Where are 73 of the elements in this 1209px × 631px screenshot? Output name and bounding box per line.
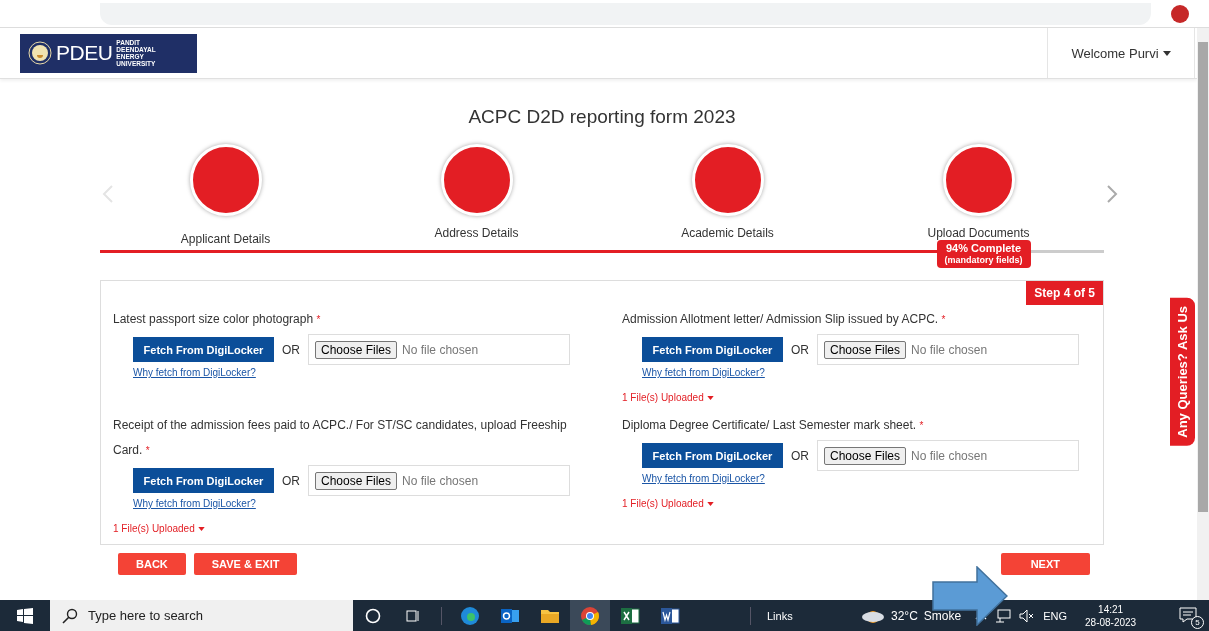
file-input[interactable]: Choose Files No file chosen bbox=[308, 334, 570, 365]
notification-icon[interactable] bbox=[1179, 606, 1197, 623]
or-text: OR bbox=[791, 342, 809, 357]
caret-icon bbox=[706, 395, 714, 400]
choose-files-button[interactable]: Choose Files bbox=[824, 340, 907, 359]
queries-tab[interactable]: Any Queries? Ask Us bbox=[1170, 298, 1195, 446]
search-icon bbox=[62, 607, 78, 624]
or-text: OR bbox=[282, 473, 300, 488]
fetch-from-digilocker-button[interactable]: Fetch From DigiLocker bbox=[642, 337, 783, 362]
help-link[interactable]: Why fetch from DigiLocker? bbox=[133, 498, 256, 509]
temperature-text[interactable]: 32°C bbox=[891, 608, 918, 623]
browser-swirl-icon[interactable] bbox=[460, 605, 480, 626]
document-label: Latest passport size color photograph * bbox=[113, 311, 322, 328]
document-label: Diploma Degree Certificate/ Last Semester mark sheet. * bbox=[622, 417, 925, 434]
help-link[interactable]: Why fetch from DigiLocker? bbox=[642, 473, 765, 484]
document-label: Admission Allotment letter/ Admission Slip issued by ACPC. * bbox=[622, 311, 947, 328]
seal-icon bbox=[28, 41, 52, 65]
fetch-from-digilocker-button[interactable]: Fetch From DigiLocker bbox=[133, 468, 274, 493]
cortana-circle-icon[interactable] bbox=[365, 607, 381, 624]
file-status: No file chosen bbox=[402, 473, 479, 488]
fetch-from-digilocker-button[interactable]: Fetch From DigiLocker bbox=[133, 337, 274, 362]
language-indicator[interactable]: ENG bbox=[1043, 609, 1067, 622]
progress-badge: 94% Complete (mandatory fields) bbox=[936, 240, 1031, 268]
help-link[interactable]: Why fetch from DigiLocker? bbox=[133, 367, 256, 378]
step-label: Academic Details bbox=[681, 226, 774, 240]
logo-name: PDEU bbox=[56, 41, 113, 65]
windows-start-icon[interactable] bbox=[17, 607, 33, 624]
file-status: No file chosen bbox=[911, 448, 988, 463]
file-input[interactable]: Choose Files No file chosen bbox=[308, 465, 570, 496]
chrome-browser-icon[interactable] bbox=[580, 605, 600, 626]
save-exit-button[interactable]: SAVE & EXIT bbox=[193, 553, 298, 575]
step-item[interactable]: Applicant Details bbox=[100, 144, 351, 246]
network-icon[interactable] bbox=[995, 608, 1012, 623]
notification-count: 5 bbox=[1191, 615, 1204, 629]
step-item[interactable]: Upload Documents bbox=[853, 144, 1104, 240]
file-input[interactable]: Choose Files No file chosen bbox=[817, 440, 1079, 471]
or-text: OR bbox=[791, 448, 809, 463]
document-app-icon[interactable] bbox=[660, 605, 680, 626]
scrollbar-thumb[interactable] bbox=[1198, 42, 1208, 512]
next-button[interactable]: NEXT bbox=[1000, 553, 1090, 575]
file-status: No file chosen bbox=[911, 342, 988, 357]
step-item[interactable]: Academic Details bbox=[602, 144, 853, 240]
spreadsheet-app-icon[interactable] bbox=[620, 605, 640, 626]
step-badge: Step 4 of 5 bbox=[1026, 281, 1103, 305]
or-text: OR bbox=[282, 342, 300, 357]
choose-files-button[interactable]: Choose Files bbox=[315, 471, 398, 490]
caret-icon bbox=[1162, 50, 1171, 56]
uploaded-files-toggle[interactable]: 1 File(s) Uploaded bbox=[622, 498, 714, 509]
step-label: Upload Documents bbox=[927, 226, 1030, 240]
caret-icon bbox=[197, 526, 205, 531]
user-menu-button[interactable]: Welcome Purvi bbox=[1047, 28, 1195, 78]
step-item[interactable]: Address Details bbox=[351, 144, 602, 240]
taskbar-search-field[interactable]: Type here to search bbox=[50, 600, 353, 631]
clock[interactable]: 14:21 28-08-2023 bbox=[1085, 602, 1137, 629]
document-label: Receipt of the admission fees paid to ACPC./ For ST/SC candidates, upload Freeship Card. * bbox=[113, 417, 568, 459]
back-button[interactable]: BACK bbox=[118, 553, 186, 575]
file-status: No file chosen bbox=[402, 342, 479, 357]
step-label: Applicant Details bbox=[180, 232, 271, 246]
file-input[interactable]: Choose Files No file chosen bbox=[817, 334, 1079, 365]
profile-avatar-icon[interactable] bbox=[1171, 4, 1189, 23]
fetch-from-digilocker-button[interactable]: Fetch From DigiLocker bbox=[642, 443, 783, 468]
help-link[interactable]: Why fetch from DigiLocker? bbox=[642, 367, 765, 378]
weather-text[interactable]: Smoke bbox=[923, 608, 962, 623]
step-label: Address Details bbox=[434, 226, 519, 240]
choose-files-button[interactable]: Choose Files bbox=[824, 446, 907, 465]
choose-files-button[interactable]: Choose Files bbox=[315, 340, 398, 359]
muted-speaker-icon[interactable] bbox=[1019, 608, 1036, 623]
form-title: ACPC D2D reporting form 2023 bbox=[467, 106, 737, 128]
uploaded-files-toggle[interactable]: 1 File(s) Uploaded bbox=[113, 523, 205, 534]
task-view-icon[interactable] bbox=[405, 607, 421, 624]
uploaded-files-toggle[interactable]: 1 File(s) Uploaded bbox=[622, 392, 714, 403]
caret-icon bbox=[706, 501, 714, 506]
links-toolbar[interactable]: Links bbox=[767, 609, 847, 622]
